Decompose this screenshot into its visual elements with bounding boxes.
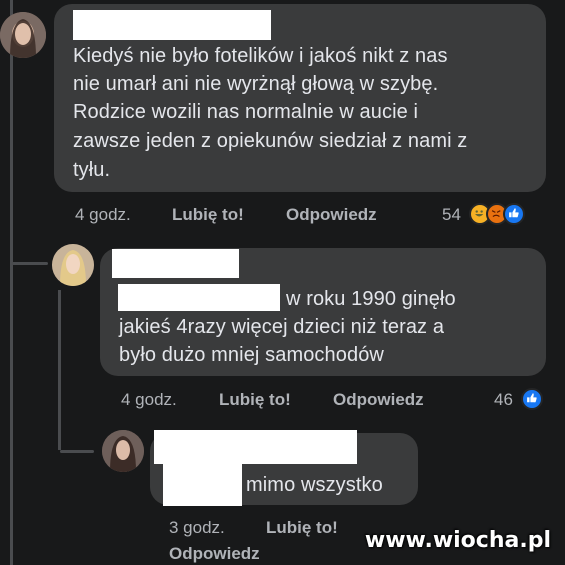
like-button[interactable]: Lubię to!	[266, 518, 338, 538]
avatar[interactable]	[0, 12, 46, 58]
avatar[interactable]	[52, 244, 94, 286]
like-icon[interactable]	[521, 388, 543, 410]
thread-connector-2	[60, 450, 94, 453]
redacted-author-name	[154, 430, 357, 464]
thread-connector-1	[12, 262, 48, 265]
avatar[interactable]	[102, 430, 144, 472]
comment-text-line: było dużo mniej samochodów	[119, 344, 384, 366]
like-icon	[503, 203, 525, 225]
comment-text-line: tyłu.	[73, 159, 111, 181]
comment-text-line: w roku 1990 ginęło	[286, 288, 456, 310]
reply-button[interactable]: Odpowiedz	[286, 205, 377, 225]
like-button[interactable]: Lubię to!	[172, 205, 244, 225]
redacted-author-name	[73, 10, 271, 40]
reply-button[interactable]: Odpowiedz	[169, 544, 260, 564]
avatar-photo	[102, 430, 144, 472]
comment-time[interactable]: 4 godz.	[75, 205, 131, 225]
thread-line-reply	[58, 290, 61, 450]
comment-text-line: zawsze jeden z opiekunów siedział z nami…	[73, 130, 468, 152]
watermark: www.wiocha.pl	[364, 528, 551, 553]
avatar-photo	[52, 244, 94, 286]
avatar-photo	[0, 12, 46, 58]
redacted-mention	[118, 284, 280, 311]
comment-time[interactable]: 4 godz.	[121, 390, 177, 410]
redacted-author-name	[112, 249, 239, 278]
thread-line-main	[10, 0, 13, 565]
comment-text-line: nie umarł ani nie wyrżnął głową w szybę.	[73, 73, 439, 95]
reaction-count[interactable]: 54	[442, 205, 461, 225]
comment-text-line: mimo wszystko	[246, 474, 383, 496]
comment-text-line: Kiedyś nie było fotelików i jakoś nikt z…	[73, 45, 448, 67]
reaction-count[interactable]: 46	[494, 390, 513, 410]
like-button[interactable]: Lubię to!	[219, 390, 291, 410]
comment-text-line: Rodzice wozili nas normalnie w aucie i	[73, 101, 419, 123]
redacted-mention	[163, 464, 242, 506]
comment-text-line: jakieś 4razy więcej dzieci niż teraz a	[119, 316, 445, 338]
comment-time[interactable]: 3 godz.	[169, 518, 225, 538]
reply-button[interactable]: Odpowiedz	[333, 390, 424, 410]
